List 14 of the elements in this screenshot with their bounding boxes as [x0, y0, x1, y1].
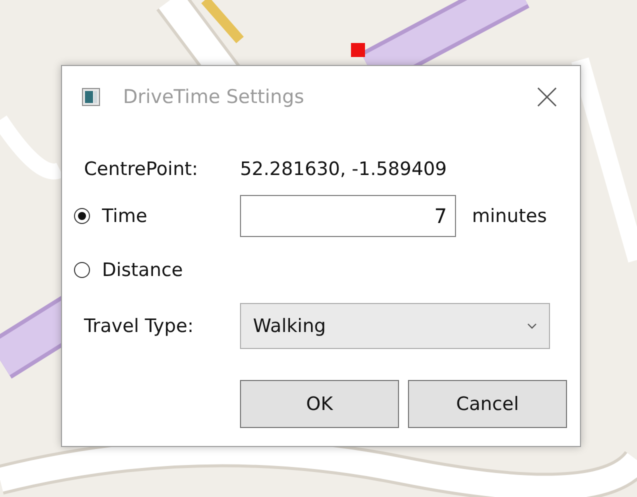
travel-type-label: Travel Type: [83, 316, 195, 336]
time-input[interactable]: 7 [240, 195, 456, 237]
mode-radio[interactable]: Distance [74, 260, 240, 280]
cancel-button[interactable]: Cancel [408, 380, 567, 428]
travel-type-dropdown[interactable]: Walking [240, 303, 550, 349]
mode-radio[interactable]: Time [74, 206, 240, 226]
centre-point-value: 52.281630, -1.589409 [240, 158, 447, 180]
window-title: DriveTime Settings [123, 86, 306, 108]
close-icon[interactable] [537, 87, 557, 107]
window-icon [82, 88, 100, 106]
unit-label: minutes [472, 206, 547, 226]
chevron-icon [527, 323, 537, 329]
ok-button[interactable]: OK [240, 380, 399, 428]
centre-point-label: CentrePoint: [83, 158, 200, 180]
